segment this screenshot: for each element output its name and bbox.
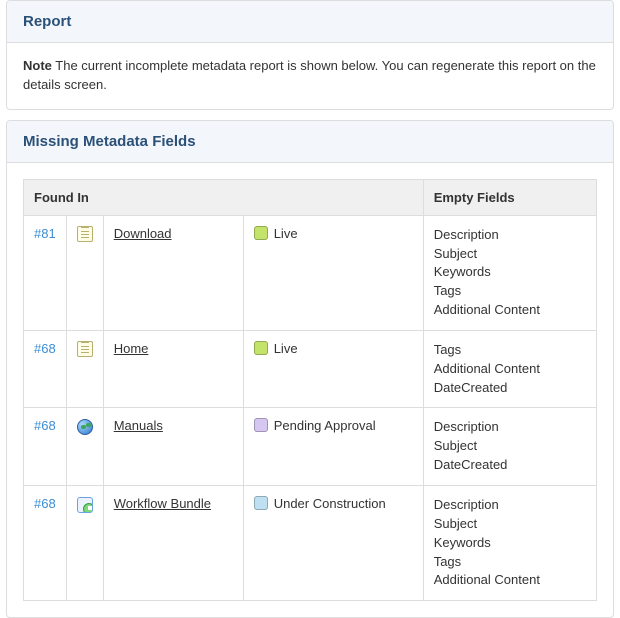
page-icon [77,341,93,357]
empty-field: Subject [434,515,586,534]
status-label: Pending Approval [274,418,376,433]
table-row: #68 Workflow Bundle Under Construction Desc… [24,485,597,600]
empty-fields-cell: TagsAdditional ContentDateCreated [423,330,596,408]
asset-name-link[interactable]: Workflow Bundle [114,496,211,511]
note-text: The current incomplete metadata report i… [23,58,596,92]
empty-fields-cell: DescriptionSubjectKeywordsTagsAdditional… [423,485,596,600]
empty-field: Additional Content [434,571,586,590]
page-icon [77,226,93,242]
asset-name-link[interactable]: Manuals [114,418,163,433]
empty-field: Additional Content [434,301,586,320]
empty-field: Subject [434,245,586,264]
empty-field: DateCreated [434,379,586,398]
asset-name-link[interactable]: Download [114,226,172,241]
asset-id-link[interactable]: #68 [34,496,56,511]
asset-id-link[interactable]: #81 [34,226,56,241]
status-swatch [254,226,268,240]
empty-field: Description [434,418,586,437]
col-found-in: Found In [24,179,424,215]
status-swatch [254,496,268,510]
status-label: Live [274,226,298,241]
status-swatch [254,418,268,432]
report-note: Note The current incomplete metadata rep… [7,43,613,109]
empty-field: Keywords [434,263,586,282]
missing-metadata-table: Found In Empty Fields #81 Download Live Des… [23,179,597,602]
col-empty-fields: Empty Fields [423,179,596,215]
empty-field: Keywords [434,534,586,553]
status-label: Live [274,341,298,356]
status-swatch [254,341,268,355]
missing-metadata-header: Missing Metadata Fields [7,121,613,163]
empty-field: Tags [434,282,586,301]
missing-metadata-panel: Missing Metadata Fields Found In Empty F… [6,120,614,618]
report-header: Report [7,1,613,43]
asset-id-link[interactable]: #68 [34,418,56,433]
status-label: Under Construction [274,496,386,511]
empty-field: Description [434,226,586,245]
table-row: #68 Manuals Pending Approval DescriptionSub… [24,408,597,486]
empty-fields-cell: DescriptionSubjectKeywordsTagsAdditional… [423,215,596,330]
bundle-icon [77,497,93,513]
empty-field: Tags [434,341,586,360]
empty-field: Description [434,496,586,515]
report-panel: Report Note The current incomplete metad… [6,0,614,110]
asset-id-link[interactable]: #68 [34,341,56,356]
empty-fields-cell: DescriptionSubjectDateCreated [423,408,596,486]
table-row: #68 Home Live TagsAdditional ContentDateCre… [24,330,597,408]
empty-field: DateCreated [434,456,586,475]
note-label: Note [23,58,52,73]
empty-field: Subject [434,437,586,456]
empty-field: Tags [434,553,586,572]
table-row: #81 Download Live DescriptionSubjectKeyword… [24,215,597,330]
empty-field: Additional Content [434,360,586,379]
globe-icon [77,419,93,435]
asset-name-link[interactable]: Home [114,341,149,356]
